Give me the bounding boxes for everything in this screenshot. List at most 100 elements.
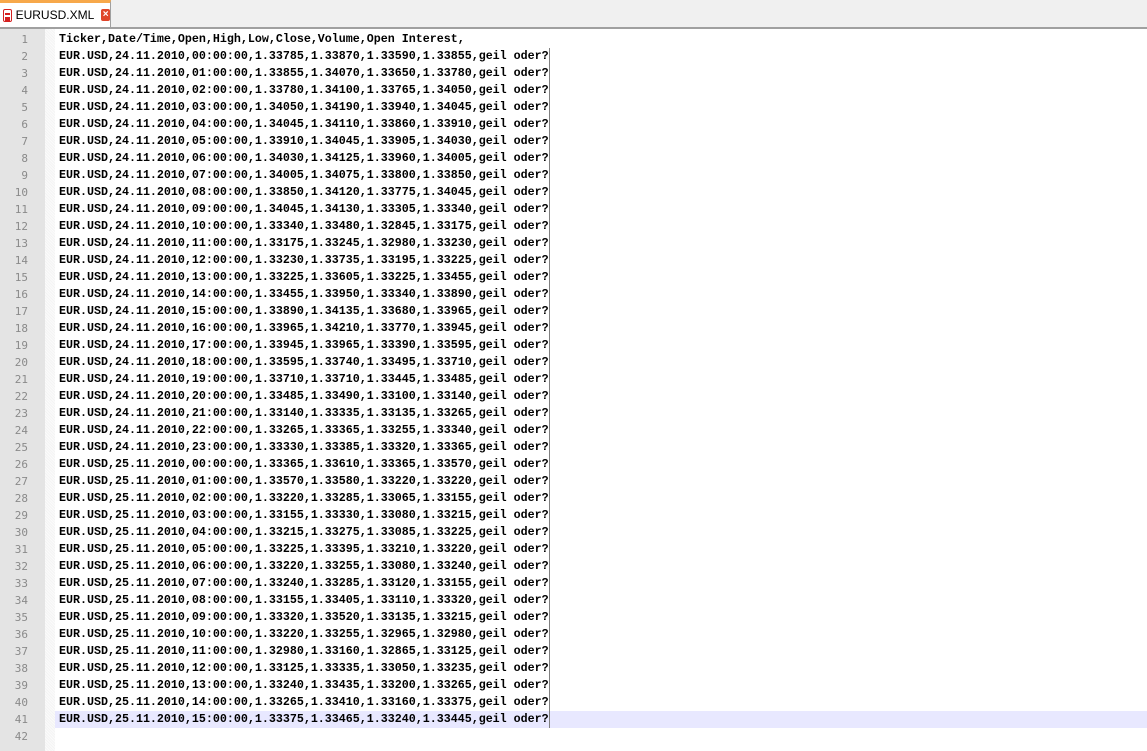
line-text[interactable]: Ticker,Date/Time,Open,High,Low,Close,Vol…	[59, 31, 465, 48]
line-text[interactable]: EUR.USD,24.11.2010,05:00:00,1.33910,1.34…	[59, 133, 549, 150]
editor-line[interactable]: 5 EUR.USD,24.11.2010,03:00:00,1.34050,1.3…	[0, 99, 1147, 116]
line-number: 20	[14, 356, 28, 369]
line-text[interactable]: EUR.USD,24.11.2010,09:00:00,1.34045,1.34…	[59, 201, 549, 218]
editor-line[interactable]: 11 EUR.USD,24.11.2010,09:00:00,1.34045,1.…	[0, 201, 1147, 218]
editor-line[interactable]: 2 EUR.USD,24.11.2010,00:00:00,1.33785,1.3…	[0, 48, 1147, 65]
line-text[interactable]: EUR.USD,24.11.2010,21:00:00,1.33140,1.33…	[59, 405, 549, 422]
line-text[interactable]: EUR.USD,25.11.2010,06:00:00,1.33220,1.33…	[59, 558, 549, 575]
line-number: 18	[14, 322, 28, 335]
line-text[interactable]: EUR.USD,25.11.2010,14:00:00,1.33265,1.33…	[59, 694, 549, 711]
editor-line[interactable]: 34 EUR.USD,25.11.2010,08:00:00,1.33155,1.…	[0, 592, 1147, 609]
line-number: 31	[14, 543, 28, 556]
line-text[interactable]: EUR.USD,24.11.2010,22:00:00,1.33265,1.33…	[59, 422, 549, 439]
editor-line[interactable]: 39 EUR.USD,25.11.2010,13:00:00,1.33240,1.…	[0, 677, 1147, 694]
line-number: 19	[14, 339, 28, 352]
line-number: 9	[21, 169, 28, 182]
editor-line[interactable]: 12 EUR.USD,24.11.2010,10:00:00,1.33340,1.…	[0, 218, 1147, 235]
tab-eurusd-xml[interactable]: EURUSD.XML ×	[0, 0, 111, 27]
editor-line[interactable]: 7 EUR.USD,24.11.2010,05:00:00,1.33910,1.3…	[0, 133, 1147, 150]
line-text[interactable]: EUR.USD,25.11.2010,13:00:00,1.33240,1.33…	[59, 677, 549, 694]
editor-line[interactable]: 31 EUR.USD,25.11.2010,05:00:00,1.33225,1.…	[0, 541, 1147, 558]
editor-line[interactable]: 29 EUR.USD,25.11.2010,03:00:00,1.33155,1.…	[0, 507, 1147, 524]
line-text[interactable]: EUR.USD,25.11.2010,10:00:00,1.33220,1.33…	[59, 626, 549, 643]
line-text[interactable]: EUR.USD,24.11.2010,23:00:00,1.33330,1.33…	[59, 439, 549, 456]
editor-line[interactable]: 23 EUR.USD,24.11.2010,21:00:00,1.33140,1.…	[0, 405, 1147, 422]
line-text[interactable]: EUR.USD,24.11.2010,00:00:00,1.33785,1.33…	[59, 48, 549, 65]
editor-line[interactable]: 3 EUR.USD,24.11.2010,01:00:00,1.33855,1.3…	[0, 65, 1147, 82]
line-text[interactable]: EUR.USD,24.11.2010,08:00:00,1.33850,1.34…	[59, 184, 549, 201]
line-number: 14	[14, 254, 28, 267]
line-text[interactable]: EUR.USD,24.11.2010,18:00:00,1.33595,1.33…	[59, 354, 549, 371]
line-text[interactable]: EUR.USD,24.11.2010,13:00:00,1.33225,1.33…	[59, 269, 549, 286]
line-text[interactable]: EUR.USD,25.11.2010,11:00:00,1.32980,1.33…	[59, 643, 549, 660]
line-text[interactable]: EUR.USD,24.11.2010,10:00:00,1.33340,1.33…	[59, 218, 549, 235]
editor-line[interactable]: 35 EUR.USD,25.11.2010,09:00:00,1.33320,1.…	[0, 609, 1147, 626]
line-text[interactable]: EUR.USD,24.11.2010,03:00:00,1.34050,1.34…	[59, 99, 549, 116]
line-number: 34	[14, 594, 28, 607]
line-text[interactable]: EUR.USD,25.11.2010,08:00:00,1.33155,1.33…	[59, 592, 549, 609]
line-text[interactable]: EUR.USD,24.11.2010,14:00:00,1.33455,1.33…	[59, 286, 549, 303]
line-number: 24	[14, 424, 28, 437]
line-text[interactable]: EUR.USD,24.11.2010,19:00:00,1.33710,1.33…	[59, 371, 549, 388]
editor-line[interactable]: 28 EUR.USD,25.11.2010,02:00:00,1.33220,1.…	[0, 490, 1147, 507]
line-text[interactable]: EUR.USD,25.11.2010,04:00:00,1.33215,1.33…	[59, 524, 549, 541]
line-text[interactable]: EUR.USD,24.11.2010,12:00:00,1.33230,1.33…	[59, 252, 549, 269]
line-text[interactable]: EUR.USD,25.11.2010,00:00:00,1.33365,1.33…	[59, 456, 549, 473]
editor-line[interactable]: 13 EUR.USD,24.11.2010,11:00:00,1.33175,1.…	[0, 235, 1147, 252]
editor-line[interactable]: 14 EUR.USD,24.11.2010,12:00:00,1.33230,1.…	[0, 252, 1147, 269]
line-text[interactable]: EUR.USD,25.11.2010,03:00:00,1.33155,1.33…	[59, 507, 549, 524]
editor-line[interactable]: 37 EUR.USD,25.11.2010,11:00:00,1.32980,1.…	[0, 643, 1147, 660]
line-text[interactable]: EUR.USD,25.11.2010,12:00:00,1.33125,1.33…	[59, 660, 549, 677]
close-tab-icon[interactable]: ×	[101, 9, 110, 21]
line-text[interactable]: EUR.USD,24.11.2010,01:00:00,1.33855,1.34…	[59, 65, 549, 82]
line-text[interactable]: EUR.USD,24.11.2010,02:00:00,1.33780,1.34…	[59, 82, 549, 99]
editor-line[interactable]: 19 EUR.USD,24.11.2010,17:00:00,1.33945,1.…	[0, 337, 1147, 354]
editor-line[interactable]: 16 EUR.USD,24.11.2010,14:00:00,1.33455,1.…	[0, 286, 1147, 303]
editor-line[interactable]: 20 EUR.USD,24.11.2010,18:00:00,1.33595,1.…	[0, 354, 1147, 371]
editor-line[interactable]: 17 EUR.USD,24.11.2010,15:00:00,1.33890,1.…	[0, 303, 1147, 320]
editor-line[interactable]: 33 EUR.USD,25.11.2010,07:00:00,1.33240,1.…	[0, 575, 1147, 592]
editor-line[interactable]: 1 Ticker,Date/Time,Open,High,Low,Close,Vo…	[0, 31, 1147, 48]
editor-line[interactable]: 8 EUR.USD,24.11.2010,06:00:00,1.34030,1.3…	[0, 150, 1147, 167]
editor-line[interactable]: 42	[0, 728, 1147, 745]
line-number: 17	[14, 305, 28, 318]
line-text[interactable]: EUR.USD,25.11.2010,07:00:00,1.33240,1.33…	[59, 575, 549, 592]
line-text[interactable]: EUR.USD,25.11.2010,01:00:00,1.33570,1.33…	[59, 473, 549, 490]
editor-line[interactable]: 10 EUR.USD,24.11.2010,08:00:00,1.33850,1.…	[0, 184, 1147, 201]
text-editor[interactable]: 1 Ticker,Date/Time,Open,High,Low,Close,Vo…	[0, 28, 1147, 751]
line-text[interactable]: EUR.USD,24.11.2010,16:00:00,1.33965,1.34…	[59, 320, 549, 337]
line-text[interactable]: EUR.USD,25.11.2010,15:00:00,1.33375,1.33…	[59, 711, 549, 728]
editor-line[interactable]: 30 EUR.USD,25.11.2010,04:00:00,1.33215,1.…	[0, 524, 1147, 541]
line-text[interactable]: EUR.USD,24.11.2010,20:00:00,1.33485,1.33…	[59, 388, 549, 405]
line-number: 35	[14, 611, 28, 624]
editor-line[interactable]: 6 EUR.USD,24.11.2010,04:00:00,1.34045,1.3…	[0, 116, 1147, 133]
editor-line[interactable]: 26 EUR.USD,25.11.2010,00:00:00,1.33365,1.…	[0, 456, 1147, 473]
line-text[interactable]: EUR.USD,25.11.2010,02:00:00,1.33220,1.33…	[59, 490, 549, 507]
line-text[interactable]: EUR.USD,24.11.2010,04:00:00,1.34045,1.34…	[59, 116, 549, 133]
editor-line[interactable]: 32 EUR.USD,25.11.2010,06:00:00,1.33220,1.…	[0, 558, 1147, 575]
line-number: 21	[14, 373, 28, 386]
line-text[interactable]: EUR.USD,25.11.2010,05:00:00,1.33225,1.33…	[59, 541, 549, 558]
editor-line[interactable]: 21 EUR.USD,24.11.2010,19:00:00,1.33710,1.…	[0, 371, 1147, 388]
editor-line[interactable]: 22 EUR.USD,24.11.2010,20:00:00,1.33485,1.…	[0, 388, 1147, 405]
line-text[interactable]: EUR.USD,24.11.2010,07:00:00,1.34005,1.34…	[59, 167, 549, 184]
line-number: 42	[14, 730, 28, 743]
line-number: 2	[21, 50, 28, 63]
editor-line[interactable]: 18 EUR.USD,24.11.2010,16:00:00,1.33965,1.…	[0, 320, 1147, 337]
line-text[interactable]: EUR.USD,25.11.2010,09:00:00,1.33320,1.33…	[59, 609, 549, 626]
editor-line[interactable]: 38 EUR.USD,25.11.2010,12:00:00,1.33125,1.…	[0, 660, 1147, 677]
editor-line[interactable]: 27 EUR.USD,25.11.2010,01:00:00,1.33570,1.…	[0, 473, 1147, 490]
line-text[interactable]: EUR.USD,24.11.2010,17:00:00,1.33945,1.33…	[59, 337, 549, 354]
editor-line[interactable]: 36 EUR.USD,25.11.2010,10:00:00,1.33220,1.…	[0, 626, 1147, 643]
editor-line[interactable]: 40 EUR.USD,25.11.2010,14:00:00,1.33265,1.…	[0, 694, 1147, 711]
editor-line[interactable]: 25 EUR.USD,24.11.2010,23:00:00,1.33330,1.…	[0, 439, 1147, 456]
editor-line[interactable]: 9 EUR.USD,24.11.2010,07:00:00,1.34005,1.3…	[0, 167, 1147, 184]
editor-line[interactable]: 4 EUR.USD,24.11.2010,02:00:00,1.33780,1.3…	[0, 82, 1147, 99]
editor-line[interactable]: 15 EUR.USD,24.11.2010,13:00:00,1.33225,1.…	[0, 269, 1147, 286]
line-text[interactable]: EUR.USD,24.11.2010,15:00:00,1.33890,1.34…	[59, 303, 549, 320]
line-number: 11	[14, 203, 28, 216]
line-text[interactable]: EUR.USD,24.11.2010,11:00:00,1.33175,1.33…	[59, 235, 549, 252]
line-text[interactable]: EUR.USD,24.11.2010,06:00:00,1.34030,1.34…	[59, 150, 549, 167]
editor-line[interactable]: 24 EUR.USD,24.11.2010,22:00:00,1.33265,1.…	[0, 422, 1147, 439]
editor-line[interactable]: 41 EUR.USD,25.11.2010,15:00:00,1.33375,1.…	[0, 711, 1147, 728]
